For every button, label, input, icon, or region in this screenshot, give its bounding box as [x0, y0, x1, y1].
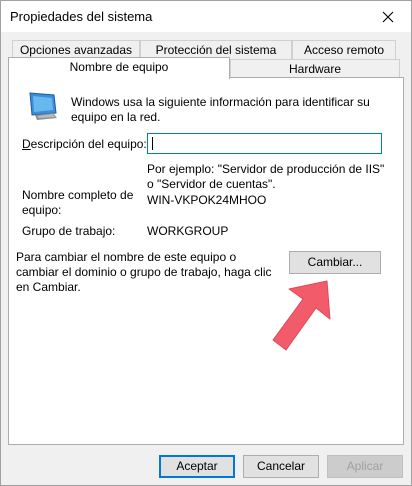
close-button[interactable]: [365, 1, 411, 32]
change-button-label: Cambiar...: [307, 255, 363, 269]
description-label: Descripción del equipo:: [22, 137, 147, 151]
workgroup-label: Grupo de trabajo:: [22, 224, 116, 238]
close-icon: [382, 11, 394, 22]
tab-panel-nombre-de-equipo: Windows usa la siguiente información par…: [8, 77, 404, 445]
tab-label: Protección del sistema: [155, 43, 277, 57]
apply-button: Aplicar: [327, 455, 403, 478]
workgroup-value: WORKGROUP: [147, 224, 229, 238]
system-properties-window: Propiedades del sistema Opciones avanzad…: [0, 0, 412, 486]
tab-nombre-de-equipo[interactable]: Nombre de equipo: [8, 57, 230, 79]
title-bar: Propiedades del sistema: [1, 1, 411, 32]
accept-button[interactable]: Aceptar: [159, 455, 235, 478]
accept-button-label: Aceptar: [176, 459, 218, 473]
fullname-label: Nombre completo de equipo:: [22, 188, 134, 217]
apply-button-label: Aplicar: [346, 459, 384, 473]
text-caret: [152, 137, 153, 150]
cancel-button-label: Cancelar: [256, 459, 306, 473]
computer-monitor-icon: [29, 92, 57, 120]
cancel-button[interactable]: Cancelar: [243, 455, 319, 478]
intro-text: Windows usa la siguiente información par…: [71, 95, 370, 124]
example-text: Por ejemplo: "Servidor de producción de …: [147, 162, 385, 191]
description-label-rest: escripción del equipo:: [30, 137, 147, 151]
fullname-value: WIN-VKPOK24MHOO: [147, 193, 267, 207]
computer-description-input[interactable]: [147, 133, 382, 154]
tab-label: Acceso remoto: [303, 43, 385, 57]
tab-label: Opciones avanzadas: [19, 43, 133, 57]
change-instructions: Para cambiar el nombre de este equipo o …: [16, 250, 272, 294]
red-pointer-arrow: [272, 280, 331, 351]
tab-label: Hardware: [288, 62, 342, 76]
tab-label: Nombre de equipo: [69, 60, 169, 74]
tab-acceso-remoto[interactable]: Acceso remoto: [292, 40, 396, 60]
window-title: Propiedades del sistema: [10, 9, 153, 24]
change-button[interactable]: Cambiar...: [289, 251, 381, 274]
tab-hardware[interactable]: Hardware: [230, 59, 400, 79]
